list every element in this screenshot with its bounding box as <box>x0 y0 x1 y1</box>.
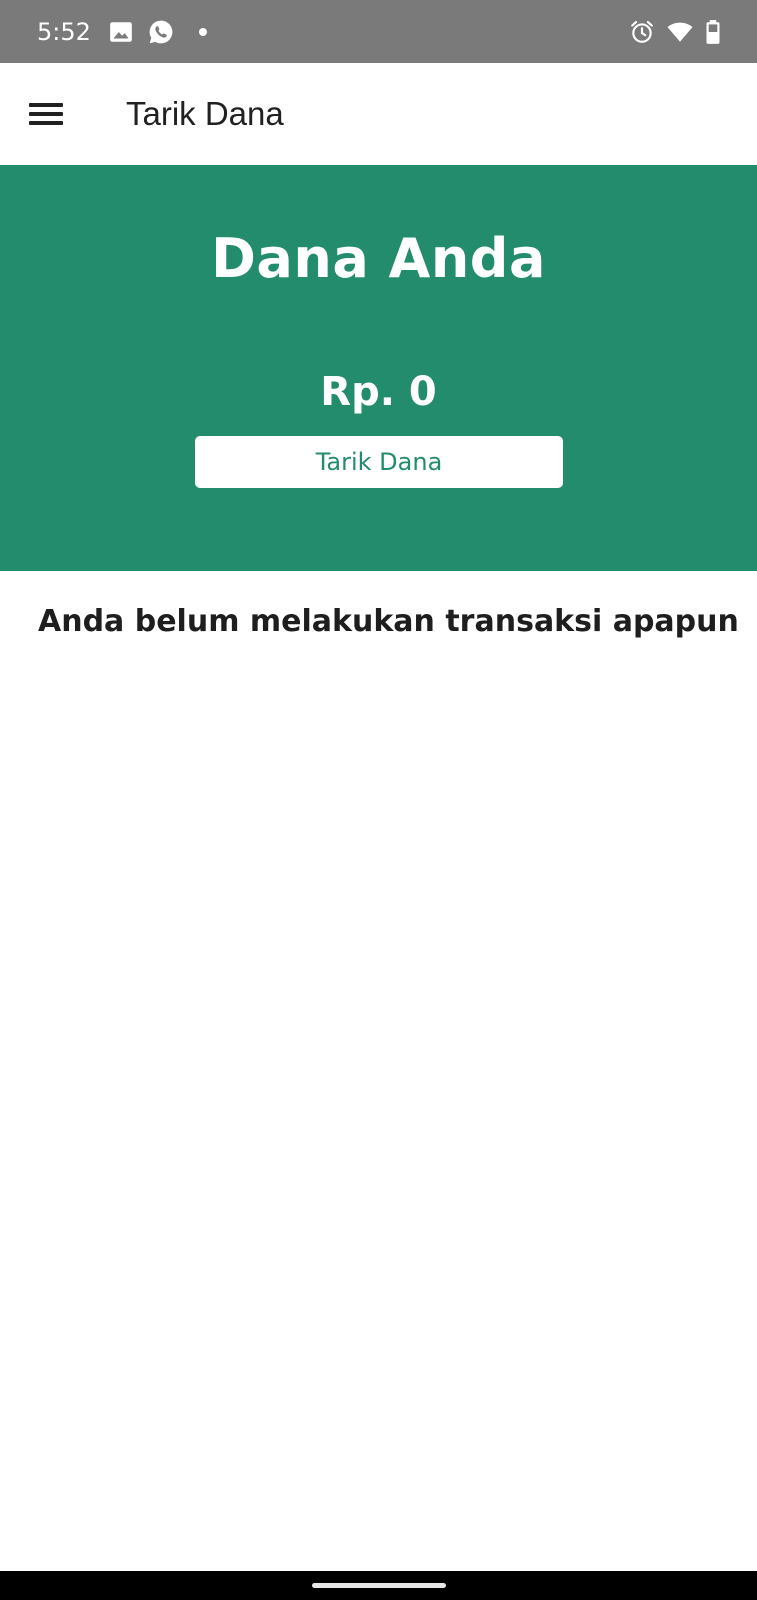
battery-icon <box>706 20 720 44</box>
menu-button[interactable] <box>22 90 70 138</box>
whatsapp-icon <box>149 20 173 44</box>
navigation-bar <box>0 1571 757 1600</box>
balance-card: Dana Anda Rp. 0 Tarik Dana <box>0 165 757 571</box>
home-indicator[interactable] <box>312 1583 446 1588</box>
notification-dot-icon <box>199 28 207 36</box>
status-bar: 5:52 <box>0 0 757 63</box>
image-icon <box>110 22 132 42</box>
balance-amount: Rp. 0 <box>320 369 437 415</box>
alarm-icon <box>631 20 653 43</box>
app-bar: Tarik Dana <box>0 63 757 165</box>
withdraw-button[interactable]: Tarik Dana <box>195 436 563 488</box>
wifi-icon <box>667 22 693 42</box>
empty-transactions-message: Anda belum melakukan transaksi apapun <box>38 604 739 639</box>
status-time: 5:52 <box>37 18 91 46</box>
hamburger-menu-icon <box>29 103 63 125</box>
balance-heading: Dana Anda <box>211 227 546 290</box>
page-title: Tarik Dana <box>126 95 284 132</box>
